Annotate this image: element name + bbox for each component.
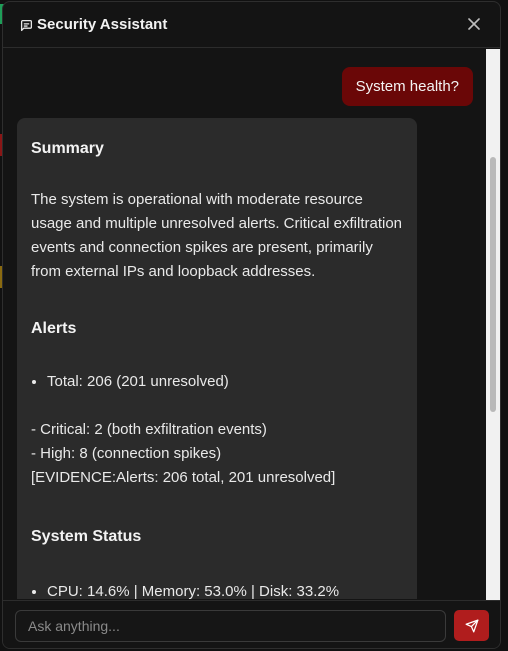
message-list[interactable]: System health? Summary The system is ope… xyxy=(3,49,487,599)
close-button[interactable] xyxy=(464,14,484,34)
list-item: CPU: 14.6% | Memory: 53.0% | Disk: 33.2% xyxy=(47,580,403,599)
summary-heading: Summary xyxy=(31,140,104,157)
send-button[interactable] xyxy=(454,610,489,641)
composer-bar xyxy=(3,600,500,648)
panel-header: Security Assistant xyxy=(3,2,500,48)
alert-line-critical: - Critical: 2 (both exfiltration events) xyxy=(31,421,267,438)
scrollbar-thumb[interactable] xyxy=(490,157,496,412)
system-status-heading: System Status xyxy=(31,528,142,545)
alert-evidence: [EVIDENCE:Alerts: 206 total, 201 unresol… xyxy=(31,469,336,486)
message-square-icon xyxy=(20,19,33,32)
chat-input[interactable] xyxy=(15,610,446,642)
list-item: Total: 206 (201 unresolved) xyxy=(47,370,403,394)
alerts-list: Total: 206 (201 unresolved) xyxy=(31,370,403,394)
summary-text: The system is operational with moderate … xyxy=(31,191,403,280)
panel-title: Security Assistant xyxy=(37,16,168,33)
user-message: System health? xyxy=(341,67,473,106)
system-status-list: CPU: 14.6% | Memory: 53.0% | Disk: 33.2% xyxy=(31,580,403,599)
send-icon xyxy=(465,619,478,632)
assistant-message: Summary The system is operational with m… xyxy=(17,118,417,599)
close-icon xyxy=(468,18,480,30)
alert-line-high: - High: 8 (connection spikes) xyxy=(31,445,222,462)
alerts-details: - Critical: 2 (both exfiltration events)… xyxy=(31,418,403,490)
alerts-heading: Alerts xyxy=(31,320,77,337)
message-scrollbar[interactable] xyxy=(486,49,500,600)
assistant-panel: Security Assistant System health? Summar… xyxy=(2,1,501,649)
